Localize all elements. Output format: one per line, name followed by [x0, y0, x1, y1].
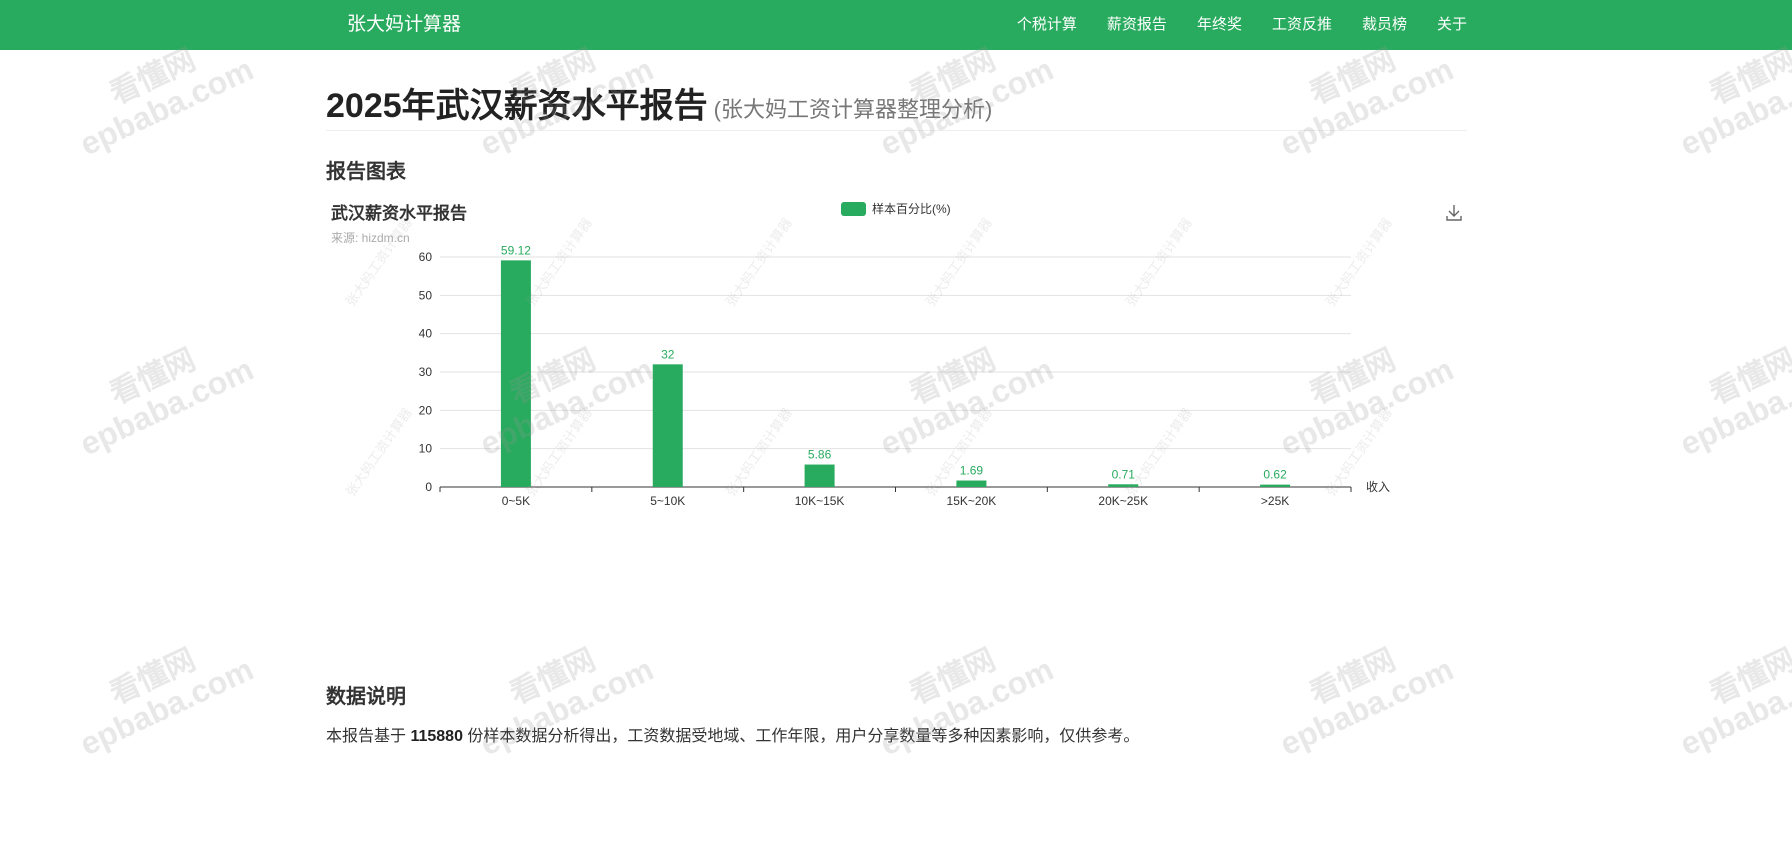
watermark-line2: epbaba.com	[874, 650, 1059, 762]
nav-tax-calculator[interactable]: 个税计算	[1017, 0, 1077, 50]
title-divider	[326, 130, 1467, 131]
watermark-line2: epbaba.com	[74, 650, 259, 762]
watermark-line2: epbaba.com	[74, 50, 259, 162]
watermark-line1: 看懂网	[1705, 643, 1792, 712]
watermark: 看懂网 epbaba.com	[437, 612, 682, 772]
chart-bar	[956, 480, 987, 487]
nav-salary-reverse[interactable]: 工资反推	[1272, 0, 1332, 50]
x-axis-label: 收入	[1366, 480, 1390, 494]
y-tick-label: 60	[419, 250, 433, 264]
page-subtitle: (张大妈工资计算器整理分析)	[713, 97, 993, 122]
data-section-heading: 数据说明	[326, 686, 406, 708]
x-tick-label: 20K~25K	[1098, 494, 1148, 508]
watermark-line1: 看懂网	[1305, 643, 1401, 712]
bar-chart: 0 10 20 30 40 50 60 59.12 0~5K 32 5~10K 5.86 10K~15K…	[419, 243, 1390, 508]
page-title: 2025年武汉薪资水平报告 (张大妈工资计算器整理分析)	[326, 78, 992, 127]
watermark: 看懂网 epbaba.com	[37, 612, 282, 772]
x-tick-label: 0~5K	[502, 494, 530, 508]
x-tick-label: >25K	[1261, 494, 1289, 508]
y-tick-label: 10	[419, 442, 433, 456]
top-navbar: 张大妈计算器 个税计算 薪资报告 年终奖 工资反推 裁员榜 关于	[0, 0, 1792, 50]
watermark-line2: epbaba.com	[1274, 650, 1459, 762]
data-label: 0.71	[1112, 467, 1136, 481]
y-tick-label: 0	[425, 480, 432, 494]
data-label: 59.12	[501, 243, 531, 257]
data-label: 5.86	[808, 448, 832, 462]
nav-year-end-bonus[interactable]: 年终奖	[1197, 0, 1242, 50]
nav-about[interactable]: 关于	[1437, 0, 1467, 50]
description-suffix: 份样本数据分析得出，工资数据受地域、工作年限，用户分享数量等多种因素影响，仅供参…	[462, 728, 1140, 745]
nav-layoff-list[interactable]: 裁员榜	[1362, 0, 1407, 50]
chart-container: 武汉薪资水平报告 来源: hizdm.cn 样本百分比(%) 0 10 20 30 40…	[326, 192, 1467, 532]
x-tick-label: 10K~15K	[795, 494, 845, 508]
chart-bar	[1108, 484, 1139, 487]
watermark-line1: 看懂网	[105, 343, 201, 412]
y-tick-label: 20	[419, 403, 433, 417]
chart-bar	[1260, 484, 1291, 487]
y-tick-label: 50	[419, 288, 433, 302]
watermark-line1: 看懂网	[105, 643, 201, 712]
watermark: 看懂网 epbaba.com	[37, 312, 282, 472]
watermark-line2: epbaba.com	[474, 650, 659, 762]
nav-salary-report[interactable]: 薪资报告	[1107, 0, 1167, 50]
watermark: 看懂网 epbaba.com	[1637, 312, 1792, 472]
x-tick-label: 15K~20K	[947, 494, 997, 508]
chart-bar	[652, 364, 683, 487]
data-label: 0.62	[1263, 468, 1287, 482]
watermark: 看懂网 epbaba.com	[1237, 612, 1482, 772]
chart-bar	[500, 260, 531, 487]
watermark-line1: 看懂网	[1705, 343, 1792, 412]
brand-link[interactable]: 张大妈计算器	[347, 0, 461, 50]
watermark: 看懂网 epbaba.com	[837, 612, 1082, 772]
watermark-line2: epbaba.com	[1674, 650, 1792, 762]
y-tick-label: 40	[419, 327, 433, 341]
watermark-line2: epbaba.com	[1674, 350, 1792, 462]
watermark-line2: epbaba.com	[1674, 50, 1792, 162]
data-label: 1.69	[960, 464, 984, 478]
chart-bar	[804, 464, 835, 487]
data-description: 本报告基于 115880 份样本数据分析得出，工资数据受地域、工作年限，用户分享…	[326, 722, 1139, 746]
description-prefix: 本报告基于	[326, 728, 411, 745]
page-title-text: 2025年武汉薪资水平报告	[326, 87, 708, 125]
watermark-line2: epbaba.com	[1274, 50, 1459, 162]
y-tick-label: 30	[419, 365, 433, 379]
data-label: 32	[661, 347, 675, 361]
x-tick-label: 5~10K	[650, 494, 685, 508]
nav-menu: 个税计算 薪资报告 年终奖 工资反推 裁员榜 关于	[987, 0, 1467, 50]
chart-section-heading: 报告图表	[326, 161, 406, 183]
watermark: 看懂网 epbaba.com	[1637, 612, 1792, 772]
sample-count: 115880	[410, 728, 463, 745]
watermark-line2: epbaba.com	[74, 350, 259, 462]
